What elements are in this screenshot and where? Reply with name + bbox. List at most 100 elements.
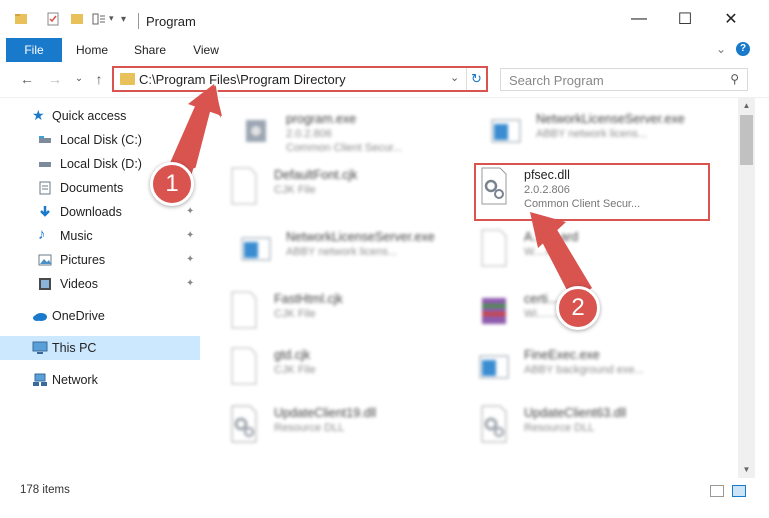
sidebar-item-label: Network: [52, 373, 98, 387]
ribbon-expand-icon[interactable]: ⌄: [716, 42, 726, 56]
new-folder-icon[interactable]: [70, 12, 84, 26]
computer-icon: [32, 341, 48, 354]
video-icon: [39, 278, 51, 290]
window-icon: [241, 237, 271, 261]
sidebar-item-label: Local Disk (C:): [60, 133, 142, 147]
tab-file[interactable]: File: [6, 38, 62, 62]
forward-button[interactable]: →: [46, 71, 64, 87]
sidebar-item-pictures[interactable]: Pictures ✦: [0, 248, 200, 272]
file-name: DefaultFont.cjk: [274, 168, 358, 182]
sidebar-item-onedrive[interactable]: OneDrive: [0, 304, 200, 328]
scrollbar-thumb[interactable]: [740, 115, 753, 165]
pin-icon: ✦: [186, 278, 195, 289]
file-name: FineExec.exe: [524, 348, 600, 362]
sidebar-item-this-pc[interactable]: This PC: [0, 336, 200, 360]
download-icon: [40, 206, 50, 217]
sidebar-item-label: Videos: [60, 277, 98, 291]
file-name: NetworkLicenseServer.exe: [286, 230, 435, 244]
file-item[interactable]: DefaultFont.cjk CJK File: [208, 160, 458, 216]
file-name: UpdateClient19.dll: [274, 406, 377, 420]
refresh-button[interactable]: ↻: [466, 68, 486, 90]
file-item[interactable]: UpdateClient63.dll Resource DLL: [458, 398, 708, 454]
file-item[interactable]: FineExec.exe ABBY background exe...: [458, 340, 708, 396]
tab-view[interactable]: View: [184, 38, 228, 62]
large-icons-view-icon[interactable]: [732, 485, 746, 497]
pin-icon: ✦: [186, 134, 195, 145]
tab-home[interactable]: Home: [70, 38, 114, 62]
scroll-up-icon[interactable]: ▲: [738, 98, 755, 114]
file-meta: CJK File: [274, 184, 316, 196]
blank-file-icon: [231, 167, 257, 205]
network-icon: [33, 373, 47, 386]
sidebar-item-label: Quick access: [52, 109, 127, 123]
window-icon: [491, 119, 521, 143]
exe-icon: [246, 120, 266, 142]
title-bar: ▾ ▾ Program — ☐ ✕: [0, 0, 769, 38]
search-icon[interactable]: ⚲: [730, 72, 739, 86]
close-button[interactable]: ✕: [708, 0, 754, 38]
file-item[interactable]: FastHtml.cjk CJK File: [208, 284, 458, 340]
search-box[interactable]: Search Program ⚲: [500, 68, 748, 91]
customize-quick-access-icon[interactable]: [92, 12, 106, 26]
folder-icon: [15, 14, 27, 24]
file-name: gtd.cjk: [274, 348, 311, 362]
tab-share[interactable]: Share: [128, 38, 172, 62]
properties-icon[interactable]: [46, 12, 60, 26]
navigation-bar: ← → ⌄ ↑ C:\Program Files\Program Directo…: [0, 62, 769, 98]
sidebar-item-music[interactable]: ♪ Music ✦: [0, 224, 200, 248]
archive-icon: [482, 298, 506, 324]
file-item[interactable]: program.exe 2.0.2.806 Common Client Secu…: [220, 104, 470, 160]
recent-locations-button[interactable]: ⌄: [70, 73, 88, 84]
blank-file-icon: [481, 229, 507, 267]
search-input[interactable]: Search Program: [509, 73, 604, 88]
up-button[interactable]: ↑: [90, 71, 108, 87]
sidebar-item-network[interactable]: Network: [0, 368, 200, 392]
maximize-button[interactable]: ☐: [662, 0, 708, 38]
window-title: Program: [146, 14, 196, 29]
scroll-down-icon[interactable]: ▼: [738, 462, 755, 478]
pin-icon: ✦: [186, 254, 195, 265]
sidebar-item-label: Pictures: [60, 253, 106, 267]
step-2-callout: 2: [556, 286, 600, 330]
file-item[interactable]: UpdateClient19.dll Resource DLL: [208, 398, 458, 454]
sidebar-item-local-disk-c[interactable]: Local Disk (C:) ✦: [0, 128, 200, 152]
sidebar-item-label: Local Disk (D:): [60, 157, 142, 171]
ribbon-tabs: File Home Share View ⌄: [0, 38, 769, 62]
blank-file-icon: [231, 291, 257, 329]
document-icon: [39, 181, 51, 195]
file-meta: Common Client Secur...: [286, 142, 403, 154]
file-meta: ABBY background exe...: [524, 364, 644, 376]
back-button[interactable]: ←: [18, 71, 36, 87]
sidebar-item-videos[interactable]: Videos ✦: [0, 272, 200, 296]
navigation-pane: ★ Quick access Local Disk (C:) ✦ Local D…: [0, 98, 208, 478]
file-meta: Resource DLL: [274, 422, 345, 434]
sidebar-item-quick-access[interactable]: ★ Quick access: [0, 104, 200, 128]
file-item[interactable]: gtd.cjk CJK File: [208, 340, 458, 396]
file-name: A........ard: [524, 230, 579, 244]
folder-icon: [120, 73, 135, 85]
file-name: UpdateClient63.dll: [524, 406, 627, 420]
file-item[interactable]: A........ard W....File: [458, 222, 708, 278]
title-separator: [138, 13, 139, 29]
file-item[interactable]: NetworkLicenseServer.exe ABBY network li…: [470, 104, 720, 160]
file-list: program.exe 2.0.2.806 Common Client Secu…: [208, 98, 738, 478]
sidebar-item-label: Music: [60, 229, 93, 243]
pin-icon: ✦: [186, 230, 195, 241]
minimize-button[interactable]: —: [616, 0, 662, 38]
quick-access-toolbar-menu-icon[interactable]: ▾: [121, 14, 126, 25]
quick-access-dropdown-icon[interactable]: ▾: [109, 13, 114, 24]
help-icon[interactable]: ?: [736, 42, 750, 56]
sidebar-item-label: OneDrive: [52, 309, 105, 323]
details-view-icon[interactable]: [710, 485, 724, 497]
address-dropdown-icon[interactable]: ⌄: [450, 71, 459, 84]
dll-icon: [481, 405, 507, 443]
item-count: 178 items: [20, 484, 70, 496]
address-bar[interactable]: C:\Program Files\Program Directory ⌄ ↻: [112, 66, 488, 92]
file-meta: ABBY network licens...: [536, 128, 648, 140]
dll-icon: [231, 405, 257, 443]
address-path[interactable]: C:\Program Files\Program Directory: [139, 72, 346, 87]
picture-icon: [38, 254, 52, 266]
file-item[interactable]: NetworkLicenseServer.exe ABBY network li…: [220, 222, 470, 278]
highlight-box-pfsec: [474, 163, 710, 221]
sidebar-item-label: Documents: [60, 181, 124, 195]
